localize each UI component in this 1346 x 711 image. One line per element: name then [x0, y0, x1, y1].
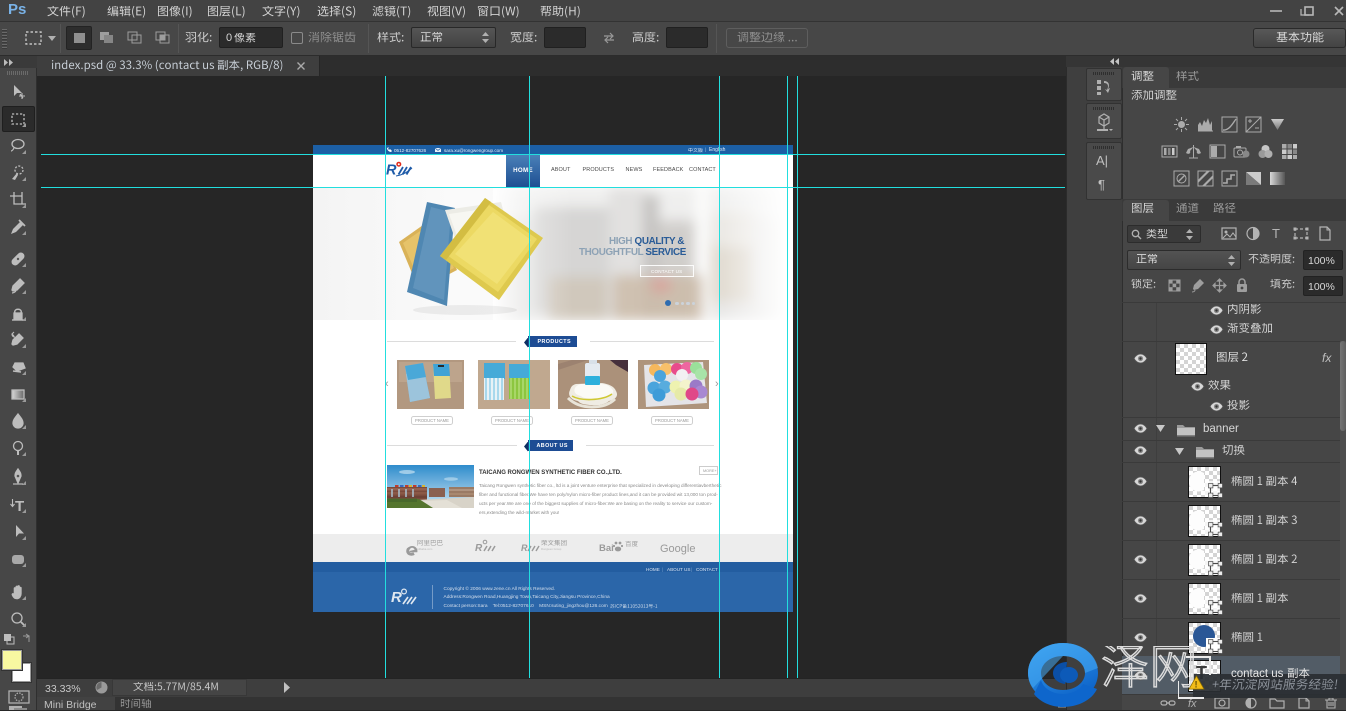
- svg-text:!: !: [1194, 680, 1197, 690]
- svg-text:sara.xu@rongwengroup.com: sara.xu@rongwengroup.com: [444, 148, 503, 153]
- svg-text:0512-82707626: 0512-82707626: [394, 148, 427, 153]
- svg-text:T: T: [1272, 226, 1280, 241]
- svg-text:Bai: Bai: [599, 543, 614, 554]
- svg-text:Google: Google: [660, 543, 695, 555]
- svg-text:R: R: [521, 543, 528, 553]
- svg-text:R: R: [391, 589, 402, 606]
- svg-text:R: R: [475, 543, 483, 554]
- svg-text:T: T: [15, 498, 24, 514]
- svg-text:R: R: [386, 163, 397, 179]
